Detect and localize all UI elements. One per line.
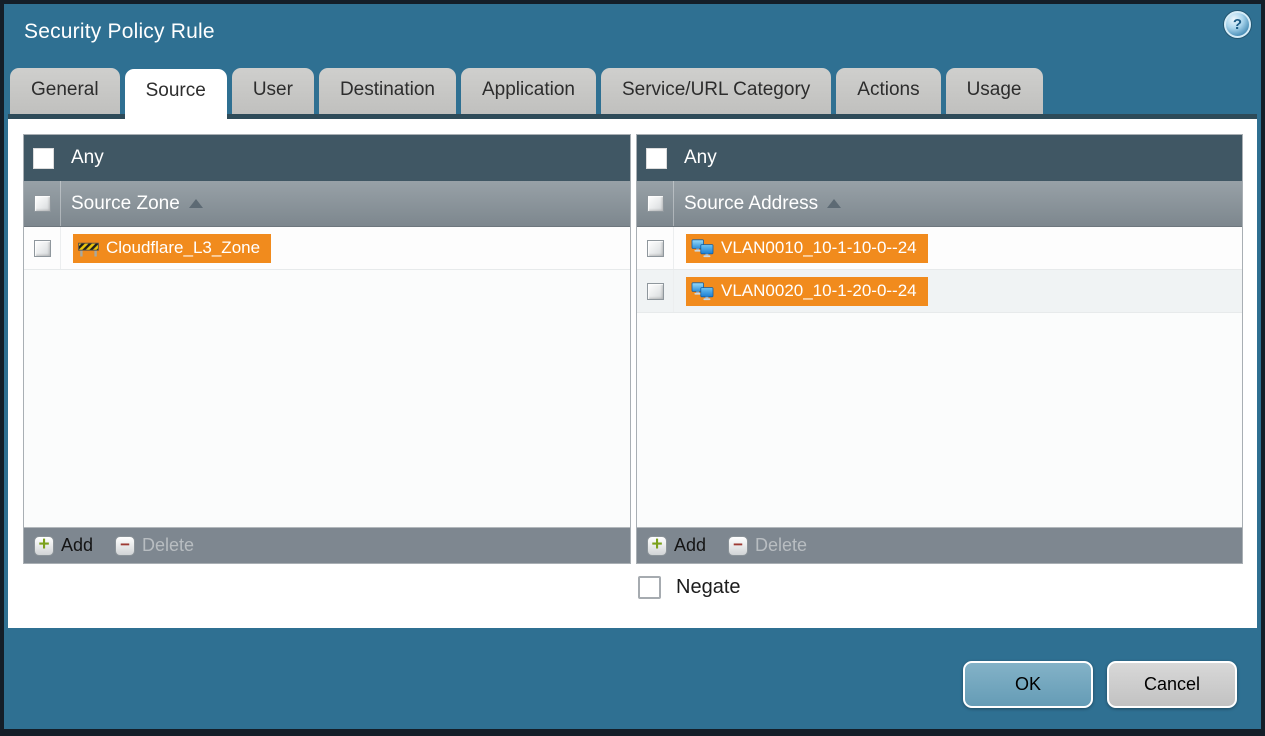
source-address-column-header[interactable]: Source Address bbox=[637, 181, 1242, 227]
table-row[interactable]: Cloudflare_L3_Zone bbox=[24, 227, 630, 270]
add-label: Add bbox=[674, 535, 707, 555]
source-address-any-header: Any bbox=[637, 135, 1242, 181]
dialog-button-bar: OK Cancel bbox=[4, 633, 1261, 729]
tab-bar: General Source User Destination Applicat… bbox=[4, 62, 1261, 119]
plus-icon: + bbox=[34, 535, 54, 556]
tab-usage[interactable]: Usage bbox=[945, 68, 1043, 114]
row-checkbox[interactable] bbox=[646, 239, 664, 257]
source-zone-column-header[interactable]: Source Zone bbox=[24, 181, 630, 227]
sort-ascending-icon bbox=[188, 199, 203, 208]
address-network-icon bbox=[691, 238, 714, 257]
tab-user[interactable]: User bbox=[231, 68, 314, 114]
negate-label: Negate bbox=[676, 576, 741, 598]
row-checkbox[interactable] bbox=[646, 282, 664, 300]
delete-button[interactable]: − Delete bbox=[728, 535, 807, 556]
plus-icon: + bbox=[647, 535, 667, 556]
minus-icon: − bbox=[115, 535, 136, 556]
source-zone-any-header: Any bbox=[24, 135, 630, 181]
address-chip[interactable]: VLAN0010_10-1-10-0--24 bbox=[686, 233, 928, 263]
source-address-rows: VLAN0010_10-1-10-0--24 VLAN0020_10-1-20-… bbox=[637, 227, 1242, 527]
source-zone-any-checkbox[interactable] bbox=[33, 147, 54, 169]
source-address-panel: Any Source Address VLAN0010_10-1-10-0--2… bbox=[636, 134, 1243, 564]
sort-ascending-icon bbox=[827, 199, 842, 208]
source-address-column-label: Source Address bbox=[684, 192, 819, 214]
address-network-icon bbox=[691, 281, 714, 300]
source-zone-panel: Any Source Zone Cloudflare_L3_Zone + Add… bbox=[23, 134, 631, 564]
add-button[interactable]: + Add bbox=[34, 535, 93, 556]
source-address-footer: + Add − Delete bbox=[637, 527, 1242, 563]
address-name: VLAN0020_10-1-20-0--24 bbox=[721, 281, 917, 300]
source-tab-content: Any Source Zone Cloudflare_L3_Zone + Add… bbox=[8, 114, 1257, 628]
address-chip[interactable]: VLAN0020_10-1-20-0--24 bbox=[686, 276, 928, 306]
negate-checkbox[interactable] bbox=[638, 576, 661, 599]
row-checkbox[interactable] bbox=[33, 239, 51, 257]
source-zone-any-label: Any bbox=[71, 147, 104, 168]
source-address-any-checkbox[interactable] bbox=[646, 147, 667, 169]
source-address-select-all-checkbox[interactable] bbox=[646, 195, 664, 212]
add-label: Add bbox=[61, 535, 94, 555]
minus-icon: − bbox=[728, 535, 749, 556]
zone-barricade-icon bbox=[78, 242, 99, 256]
dialog-title: Security Policy Rule bbox=[24, 20, 215, 43]
source-zone-column-label: Source Zone bbox=[71, 192, 180, 214]
source-address-any-label: Any bbox=[684, 147, 717, 168]
security-policy-rule-dialog: Security Policy Rule ? General Source Us… bbox=[0, 0, 1265, 736]
ok-button[interactable]: OK bbox=[963, 661, 1093, 708]
dialog-titlebar: Security Policy Rule ? bbox=[4, 4, 1261, 62]
delete-label: Delete bbox=[755, 535, 808, 555]
help-icon[interactable]: ? bbox=[1224, 11, 1251, 38]
tab-destination[interactable]: Destination bbox=[318, 68, 456, 114]
tab-application[interactable]: Application bbox=[461, 68, 596, 114]
table-row[interactable]: VLAN0020_10-1-20-0--24 bbox=[637, 270, 1242, 313]
source-zone-select-all-checkbox[interactable] bbox=[33, 195, 51, 212]
table-row[interactable]: VLAN0010_10-1-10-0--24 bbox=[637, 227, 1242, 270]
delete-button[interactable]: − Delete bbox=[115, 535, 194, 556]
zone-name: Cloudflare_L3_Zone bbox=[106, 238, 261, 257]
tab-service-url-category[interactable]: Service/URL Category bbox=[600, 68, 832, 114]
tab-general[interactable]: General bbox=[10, 68, 120, 114]
tab-actions[interactable]: Actions bbox=[836, 68, 941, 114]
delete-label: Delete bbox=[142, 535, 195, 555]
source-zone-footer: + Add − Delete bbox=[24, 527, 630, 563]
tab-source[interactable]: Source bbox=[124, 69, 227, 119]
address-name: VLAN0010_10-1-10-0--24 bbox=[721, 238, 917, 257]
negate-control: Negate bbox=[638, 576, 741, 599]
source-zone-rows: Cloudflare_L3_Zone bbox=[24, 227, 630, 527]
cancel-button[interactable]: Cancel bbox=[1107, 661, 1237, 708]
add-button[interactable]: + Add bbox=[647, 535, 706, 556]
zone-chip[interactable]: Cloudflare_L3_Zone bbox=[73, 233, 272, 263]
